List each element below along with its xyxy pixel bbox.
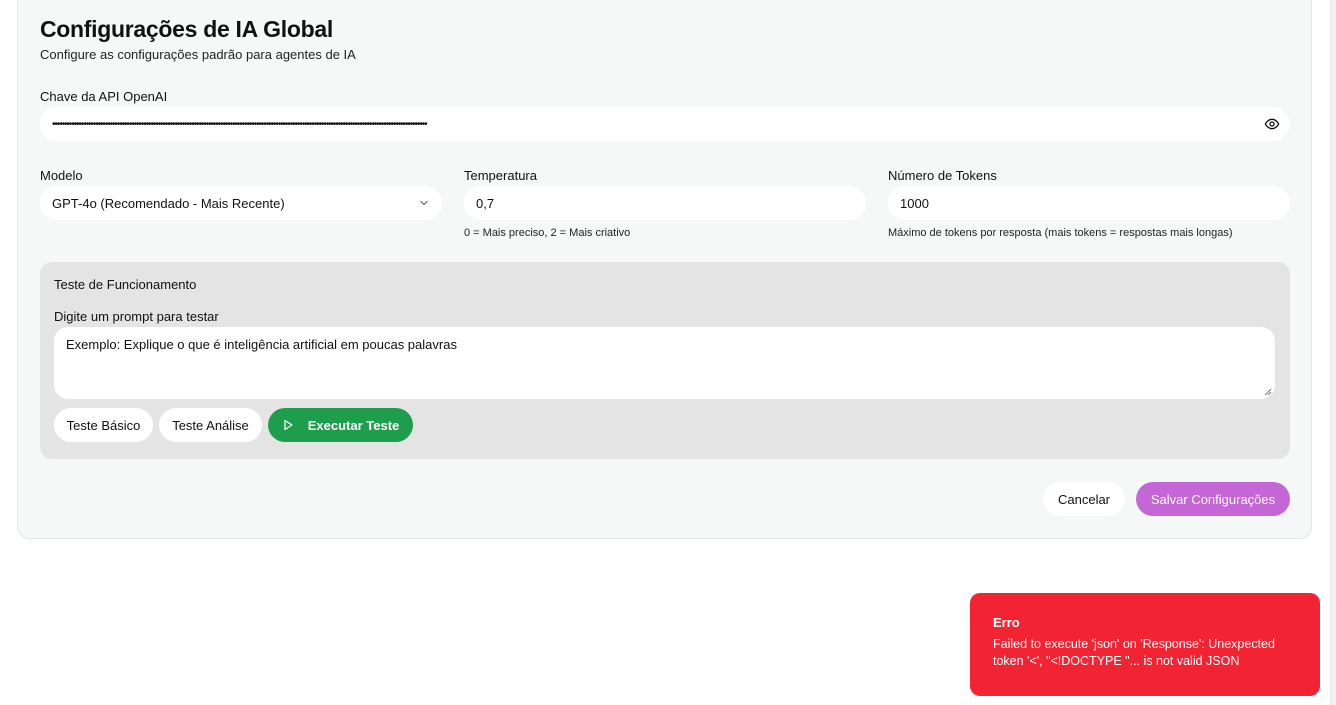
test-panel: Teste de Funcionamento Digite um prompt … [40,262,1290,459]
model-label: Modelo [40,168,83,183]
test-panel-title: Teste de Funcionamento [54,277,197,292]
eye-icon[interactable] [1264,116,1280,132]
temperature-hint: 0 = Mais preciso, 2 = Mais criativo [464,227,631,239]
resize-handle-icon[interactable] [1264,388,1272,396]
prompt-placeholder: Exemplo: Explique o que é inteligência a… [66,337,457,352]
temperature-input[interactable]: 0,7 [464,186,866,220]
tokens-value: 1000 [900,195,929,211]
toast-title: Erro [993,615,1020,630]
analysis-test-button[interactable]: Teste Análise [159,408,262,442]
tokens-hint: Máximo de tokens por resposta (mais toke… [888,227,1233,239]
settings-card: Configurações de IA Global Configure as … [17,0,1312,539]
page-title: Configurações de IA Global [40,16,333,42]
cancel-button[interactable]: Cancelar [1043,482,1125,516]
model-select[interactable]: GPT-4o (Recomendado - Mais Recente) [40,186,442,220]
run-test-button[interactable]: Executar Teste [268,408,413,442]
play-icon [284,419,293,431]
temperature-label: Temperatura [464,168,537,183]
tokens-input[interactable]: 1000 [888,186,1290,220]
run-test-label: Executar Teste [307,417,400,433]
page-scrollbar[interactable] [1330,0,1336,705]
save-settings-button[interactable]: Salvar Configurações [1136,482,1290,516]
api-key-label: Chave da API OpenAI [40,89,168,104]
error-toast[interactable]: Erro Failed to execute 'json' on 'Respon… [970,593,1320,696]
tokens-label: Número de Tokens [888,168,997,183]
api-key-input[interactable]: ••••••••••••••••••••••••••••••••••••••••… [40,107,1290,141]
toast-message: Failed to execute 'json' on 'Response': … [993,637,1275,668]
temperature-value: 0,7 [476,195,495,211]
page-subtitle: Configure as configurações padrão para a… [40,47,356,62]
chevron-down-icon [420,201,428,205]
api-key-masked-value: ••••••••••••••••••••••••••••••••••••••••… [52,118,428,130]
basic-test-button[interactable]: Teste Básico [54,408,153,442]
model-selected-value: GPT-4o (Recomendado - Mais Recente) [52,195,285,211]
prompt-label: Digite um prompt para testar [54,309,219,324]
prompt-textarea[interactable]: Exemplo: Explique o que é inteligência a… [54,327,1275,399]
